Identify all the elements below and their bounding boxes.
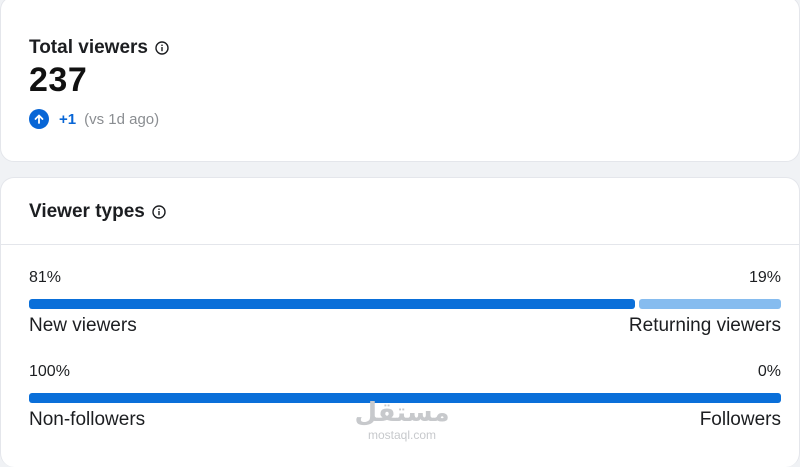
arrow-up-icon [29, 109, 49, 129]
delta-value: +1 [59, 110, 77, 128]
non-followers-percent: 100% [29, 363, 70, 380]
watermark-arabic-text: مستقل [354, 398, 450, 428]
returning-viewers-percent: 19% [748, 269, 781, 286]
total-viewers-title-text: Total viewers [29, 37, 148, 58]
returning-viewers-label: Returning viewers [628, 315, 781, 336]
total-viewers-title: Total viewers [29, 37, 169, 59]
info-icon[interactable] [152, 205, 166, 219]
new-viewers-bar-segment [29, 299, 635, 309]
info-icon[interactable] [155, 41, 169, 55]
non-followers-label: Non-followers [29, 409, 146, 430]
watermark-logo: مستقل mostaql.com [354, 398, 450, 442]
viewer-split-bar [29, 299, 781, 309]
new-viewers-percent: 81% [29, 269, 62, 286]
delta-row: +1 (vs 1d ago) [29, 109, 159, 129]
delta-compare-text: (vs 1d ago) [84, 110, 160, 128]
followers-label: Followers [699, 409, 781, 430]
viewer-split-metric: 81% 19% New viewers Returning viewers [29, 269, 781, 337]
total-viewers-card: Total viewers 237 +1 (vs 1d ago) [0, 0, 800, 162]
viewer-types-title-text: Viewer types [29, 201, 145, 222]
followers-percent: 0% [757, 363, 781, 380]
card-divider [1, 244, 800, 245]
viewer-types-title: Viewer types [29, 201, 166, 223]
watermark-latin-text: mostaql.com [367, 428, 437, 442]
returning-viewers-bar-segment [638, 299, 781, 309]
total-viewers-value: 237 [29, 61, 88, 99]
new-viewers-label: New viewers [29, 315, 137, 336]
